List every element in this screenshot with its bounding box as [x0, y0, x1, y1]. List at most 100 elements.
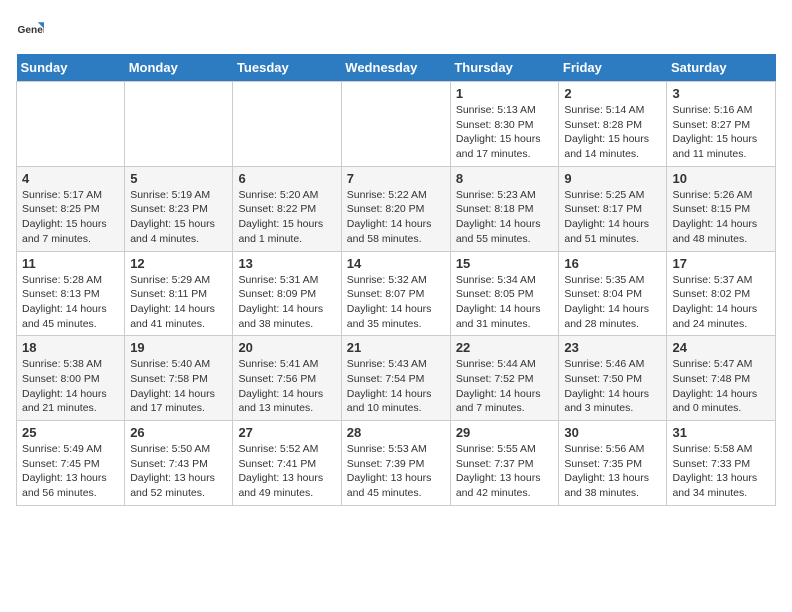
day-info: Sunrise: 5:52 AMSunset: 7:41 PMDaylight:… [238, 442, 335, 501]
calendar-week-row: 1 Sunrise: 5:13 AMSunset: 8:30 PMDaylight… [17, 82, 776, 167]
column-header-friday: Friday [559, 54, 667, 82]
day-number: 10 [672, 171, 770, 186]
day-number: 26 [130, 425, 227, 440]
calendar-cell: 11Sunrise: 5:28 AMSunset: 8:13 PMDayligh… [17, 251, 125, 336]
calendar-cell: 23Sunrise: 5:46 AMSunset: 7:50 PMDayligh… [559, 336, 667, 421]
day-number: 6 [238, 171, 335, 186]
day-number: 11 [22, 256, 119, 271]
day-info: Sunrise: 5:38 AMSunset: 8:00 PMDaylight:… [22, 357, 119, 416]
calendar-cell: 5 Sunrise: 5:19 AMSunset: 8:23 PMDaylight… [125, 166, 233, 251]
day-info: Sunrise: 5:34 AMSunset: 8:05 PMDaylight:… [456, 273, 554, 332]
calendar-header-row: SundayMondayTuesdayWednesdayThursdayFrid… [17, 54, 776, 82]
svg-text:General: General [18, 25, 44, 36]
day-number: 18 [22, 340, 119, 355]
day-number: 7 [347, 171, 445, 186]
day-number: 9 [564, 171, 661, 186]
day-info: Sunrise: 5:14 AMSunset: 8:28 PMDaylight:… [564, 103, 661, 162]
day-info: Sunrise: 5:20 AMSunset: 8:22 PMDaylight:… [238, 188, 335, 247]
calendar-cell: 30 Sunrise: 5:56 AMSunset: 7:35 PMDayligh… [559, 421, 667, 506]
calendar-cell: 7 Sunrise: 5:22 AMSunset: 8:20 PMDaylight… [341, 166, 450, 251]
day-number: 30 [564, 425, 661, 440]
day-info: Sunrise: 5:32 AMSunset: 8:07 PMDaylight:… [347, 273, 445, 332]
day-number: 20 [238, 340, 335, 355]
calendar-cell: 20 Sunrise: 5:41 AMSunset: 7:56 PMDayligh… [233, 336, 341, 421]
day-info: Sunrise: 5:23 AMSunset: 8:18 PMDaylight:… [456, 188, 554, 247]
calendar-cell [17, 82, 125, 167]
day-info: Sunrise: 5:49 AMSunset: 7:45 PMDaylight:… [22, 442, 119, 501]
day-info: Sunrise: 5:44 AMSunset: 7:52 PMDaylight:… [456, 357, 554, 416]
day-number: 2 [564, 86, 661, 101]
day-number: 21 [347, 340, 445, 355]
day-info: Sunrise: 5:31 AMSunset: 8:09 PMDaylight:… [238, 273, 335, 332]
day-info: Sunrise: 5:40 AMSunset: 7:58 PMDaylight:… [130, 357, 227, 416]
calendar-cell: 26 Sunrise: 5:50 AMSunset: 7:43 PMDayligh… [125, 421, 233, 506]
day-number: 25 [22, 425, 119, 440]
calendar-week-row: 18 Sunrise: 5:38 AMSunset: 8:00 PMDayligh… [17, 336, 776, 421]
day-info: Sunrise: 5:50 AMSunset: 7:43 PMDaylight:… [130, 442, 227, 501]
day-number: 1 [456, 86, 554, 101]
day-info: Sunrise: 5:58 AMSunset: 7:33 PMDaylight:… [672, 442, 770, 501]
calendar-week-row: 25 Sunrise: 5:49 AMSunset: 7:45 PMDayligh… [17, 421, 776, 506]
calendar-cell: 12Sunrise: 5:29 AMSunset: 8:11 PMDayligh… [125, 251, 233, 336]
calendar-cell [341, 82, 450, 167]
calendar-cell: 9Sunrise: 5:25 AMSunset: 8:17 PMDaylight… [559, 166, 667, 251]
calendar-cell: 6 Sunrise: 5:20 AMSunset: 8:22 PMDaylight… [233, 166, 341, 251]
column-header-tuesday: Tuesday [233, 54, 341, 82]
calendar-cell: 18 Sunrise: 5:38 AMSunset: 8:00 PMDayligh… [17, 336, 125, 421]
day-number: 24 [672, 340, 770, 355]
calendar-cell: 31 Sunrise: 5:58 AMSunset: 7:33 PMDayligh… [667, 421, 776, 506]
day-number: 22 [456, 340, 554, 355]
calendar-cell: 1 Sunrise: 5:13 AMSunset: 8:30 PMDaylight… [450, 82, 559, 167]
calendar-cell: 29Sunrise: 5:55 AMSunset: 7:37 PMDayligh… [450, 421, 559, 506]
calendar-cell [125, 82, 233, 167]
day-number: 12 [130, 256, 227, 271]
day-number: 13 [238, 256, 335, 271]
column-header-saturday: Saturday [667, 54, 776, 82]
day-number: 5 [130, 171, 227, 186]
day-number: 31 [672, 425, 770, 440]
day-info: Sunrise: 5:43 AMSunset: 7:54 PMDaylight:… [347, 357, 445, 416]
column-header-monday: Monday [125, 54, 233, 82]
logo-icon: General [16, 16, 44, 44]
day-info: Sunrise: 5:26 AMSunset: 8:15 PMDaylight:… [672, 188, 770, 247]
calendar-cell: 27 Sunrise: 5:52 AMSunset: 7:41 PMDayligh… [233, 421, 341, 506]
calendar-cell: 22 Sunrise: 5:44 AMSunset: 7:52 PMDayligh… [450, 336, 559, 421]
calendar-cell: 16Sunrise: 5:35 AMSunset: 8:04 PMDayligh… [559, 251, 667, 336]
day-info: Sunrise: 5:19 AMSunset: 8:23 PMDaylight:… [130, 188, 227, 247]
calendar-cell: 3Sunrise: 5:16 AMSunset: 8:27 PMDaylight… [667, 82, 776, 167]
calendar-body: 1 Sunrise: 5:13 AMSunset: 8:30 PMDaylight… [17, 82, 776, 506]
calendar-cell: 28Sunrise: 5:53 AMSunset: 7:39 PMDayligh… [341, 421, 450, 506]
day-info: Sunrise: 5:46 AMSunset: 7:50 PMDaylight:… [564, 357, 661, 416]
day-number: 15 [456, 256, 554, 271]
day-number: 17 [672, 256, 770, 271]
day-info: Sunrise: 5:41 AMSunset: 7:56 PMDaylight:… [238, 357, 335, 416]
column-header-thursday: Thursday [450, 54, 559, 82]
day-info: Sunrise: 5:37 AMSunset: 8:02 PMDaylight:… [672, 273, 770, 332]
day-number: 14 [347, 256, 445, 271]
calendar-cell: 15 Sunrise: 5:34 AMSunset: 8:05 PMDayligh… [450, 251, 559, 336]
calendar-week-row: 4Sunrise: 5:17 AMSunset: 8:25 PMDaylight… [17, 166, 776, 251]
calendar-cell: 24 Sunrise: 5:47 AMSunset: 7:48 PMDayligh… [667, 336, 776, 421]
day-number: 29 [456, 425, 554, 440]
day-number: 27 [238, 425, 335, 440]
page-header: General [16, 16, 776, 44]
calendar-cell: 14 Sunrise: 5:32 AMSunset: 8:07 PMDayligh… [341, 251, 450, 336]
calendar-cell: 10 Sunrise: 5:26 AMSunset: 8:15 PMDayligh… [667, 166, 776, 251]
logo: General [16, 16, 48, 44]
day-number: 4 [22, 171, 119, 186]
calendar-week-row: 11Sunrise: 5:28 AMSunset: 8:13 PMDayligh… [17, 251, 776, 336]
day-info: Sunrise: 5:22 AMSunset: 8:20 PMDaylight:… [347, 188, 445, 247]
calendar-cell: 8 Sunrise: 5:23 AMSunset: 8:18 PMDaylight… [450, 166, 559, 251]
day-info: Sunrise: 5:56 AMSunset: 7:35 PMDaylight:… [564, 442, 661, 501]
day-info: Sunrise: 5:35 AMSunset: 8:04 PMDaylight:… [564, 273, 661, 332]
calendar-cell: 13 Sunrise: 5:31 AMSunset: 8:09 PMDayligh… [233, 251, 341, 336]
day-info: Sunrise: 5:47 AMSunset: 7:48 PMDaylight:… [672, 357, 770, 416]
day-number: 8 [456, 171, 554, 186]
calendar-cell: 4Sunrise: 5:17 AMSunset: 8:25 PMDaylight… [17, 166, 125, 251]
column-header-wednesday: Wednesday [341, 54, 450, 82]
day-info: Sunrise: 5:13 AMSunset: 8:30 PMDaylight:… [456, 103, 554, 162]
day-number: 19 [130, 340, 227, 355]
column-header-sunday: Sunday [17, 54, 125, 82]
calendar-cell: 2 Sunrise: 5:14 AMSunset: 8:28 PMDaylight… [559, 82, 667, 167]
calendar-cell: 19 Sunrise: 5:40 AMSunset: 7:58 PMDayligh… [125, 336, 233, 421]
